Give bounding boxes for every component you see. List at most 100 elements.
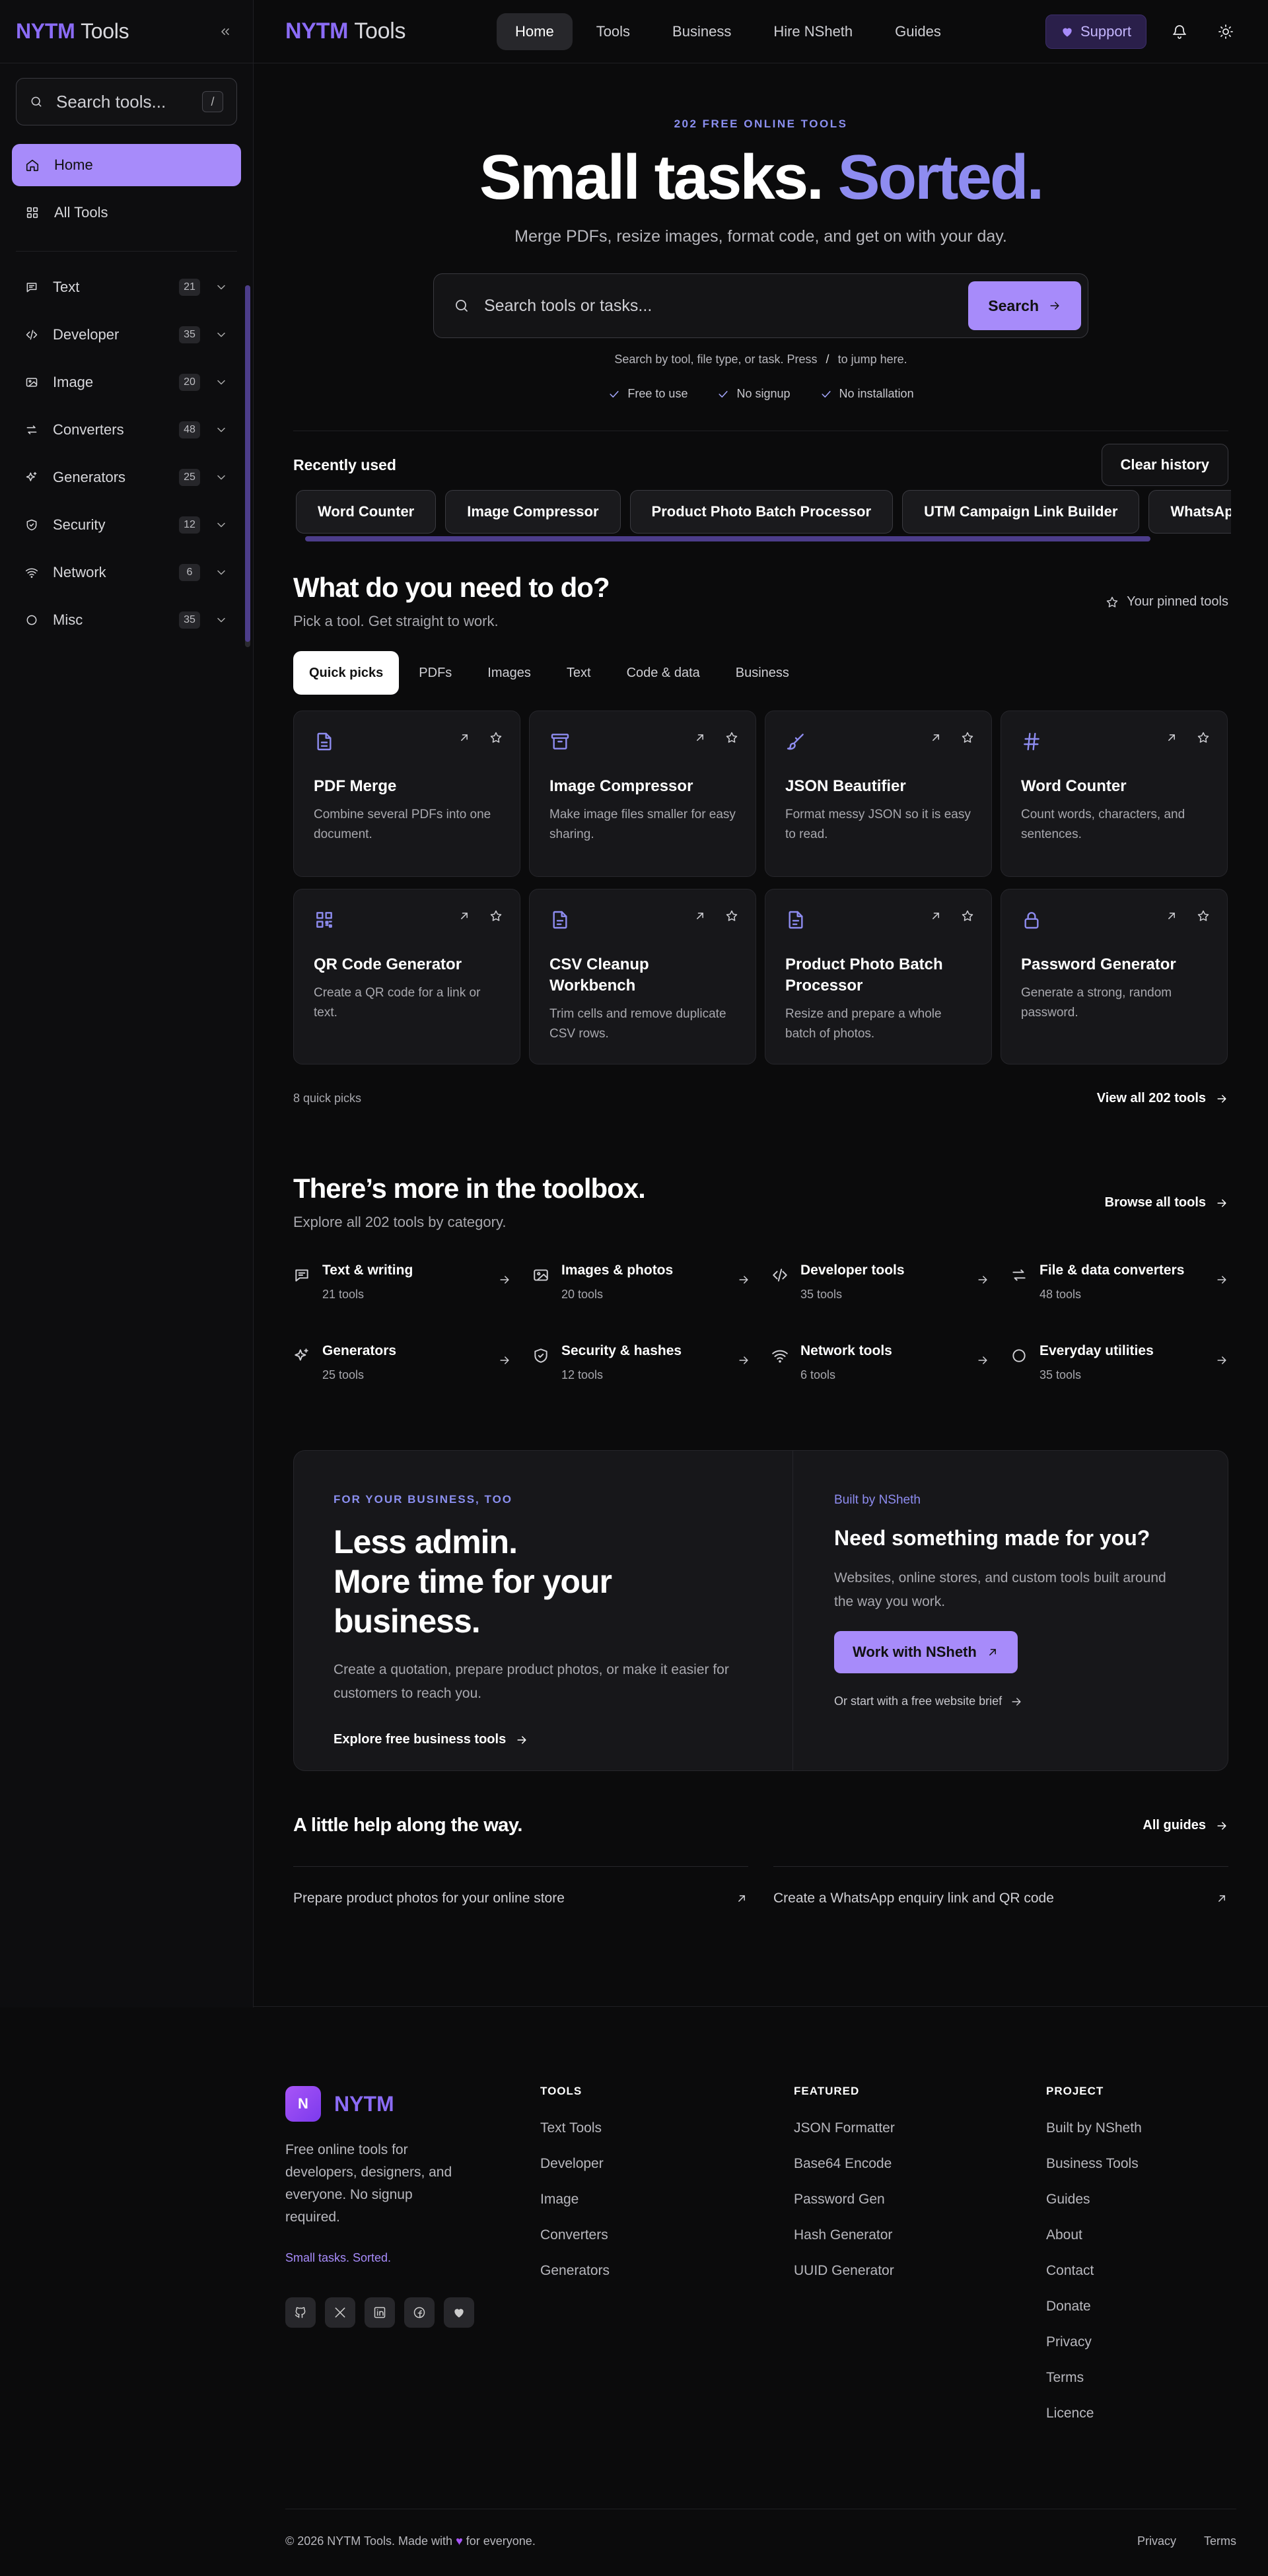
category-text-writing[interactable]: Text & writing 21 tools — [293, 1263, 511, 1317]
recent-chip[interactable]: WhatsApp Link & QR — [1148, 490, 1231, 534]
sidebar-scrollbar[interactable] — [245, 285, 250, 647]
tab-quick-picks[interactable]: Quick picks — [293, 651, 400, 695]
guide-item[interactable]: Prepare product photos for your online s… — [293, 1866, 748, 1930]
sidebar-item-home[interactable]: Home — [12, 144, 241, 186]
category-generators[interactable]: Generators 25 tools — [293, 1343, 511, 1397]
tool-card-image-compressor[interactable]: Image Compressor Make image files smalle… — [529, 711, 756, 877]
footer-link[interactable]: About — [1046, 2227, 1142, 2263]
star-icon[interactable] — [489, 909, 503, 922]
sidebar-search-input[interactable]: Search tools... / — [16, 78, 237, 125]
category-text: Text & writing 21 tools — [322, 1263, 413, 1302]
donate-link[interactable] — [444, 2297, 474, 2328]
footer-link[interactable]: Donate — [1046, 2299, 1142, 2334]
footer-link[interactable]: Converters — [540, 2227, 610, 2263]
recent-chip[interactable]: Product Photo Batch Processor — [629, 490, 894, 534]
tab-business[interactable]: Business — [720, 651, 805, 695]
sidebar-item-developer[interactable]: Developer 35 — [12, 311, 241, 359]
linkedin-link[interactable] — [365, 2297, 395, 2328]
tab-code-data[interactable]: Code & data — [611, 651, 716, 695]
chips-scrollbar[interactable] — [296, 536, 1231, 541]
sidebar-item-all-tools[interactable]: All Tools — [12, 191, 241, 234]
footer-link[interactable]: Developer — [540, 2156, 610, 2192]
collapse-sidebar-button[interactable] — [213, 20, 237, 44]
footer-link[interactable]: JSON Formatter — [794, 2120, 895, 2156]
star-icon[interactable] — [961, 731, 974, 744]
footer-terms-link[interactable]: Terms — [1204, 2534, 1236, 2548]
sidebar-item-generators[interactable]: Generators 25 — [12, 454, 241, 501]
tool-card-word-counter[interactable]: Word Counter Count words, characters, an… — [1001, 711, 1228, 877]
category-security-hashes[interactable]: Security & hashes 12 tools — [532, 1343, 750, 1397]
star-icon[interactable] — [961, 909, 974, 922]
footer-link[interactable]: Generators — [540, 2263, 610, 2299]
footer-brand[interactable]: N NYTM — [285, 2086, 394, 2122]
open-arrow-icon[interactable] — [1165, 909, 1178, 922]
recent-chip[interactable]: Word Counter — [296, 490, 437, 534]
pinned-tools-link[interactable]: Your pinned tools — [1106, 594, 1228, 609]
tab-images[interactable]: Images — [472, 651, 547, 695]
website-brief-link[interactable]: Or start with a free website brief — [834, 1694, 1187, 1708]
explore-business-tools-link[interactable]: Explore free business tools — [334, 1732, 753, 1747]
tab-text[interactable]: Text — [551, 651, 607, 695]
open-arrow-icon[interactable] — [929, 909, 942, 922]
work-with-nsheth-button[interactable]: Work with NSheth — [834, 1631, 1018, 1673]
tool-card-pdf-merge[interactable]: PDF Merge Combine several PDFs into one … — [293, 711, 520, 877]
footer-link[interactable]: Built by NSheth — [1046, 2120, 1142, 2156]
recent-chip[interactable]: UTM Campaign Link Builder — [902, 490, 1140, 534]
open-arrow-icon[interactable] — [929, 731, 942, 744]
open-arrow-icon[interactable] — [693, 909, 707, 922]
hero-search-input[interactable]: Search tools or tasks... — [484, 296, 954, 316]
category-developer-tools[interactable]: Developer tools 35 tools — [771, 1263, 989, 1317]
all-guides-link[interactable]: All guides — [1143, 1818, 1228, 1833]
recent-chip[interactable]: Image Compressor — [445, 490, 621, 534]
footer-link[interactable]: Text Tools — [540, 2120, 610, 2156]
sidebar-logo[interactable]: NYTM Tools — [16, 19, 129, 44]
footer-link[interactable]: Privacy — [1046, 2334, 1142, 2370]
footer-link[interactable]: Hash Generator — [794, 2227, 895, 2263]
open-arrow-icon[interactable] — [458, 731, 471, 744]
sidebar-item-security[interactable]: Security 12 — [12, 501, 241, 549]
footer-link[interactable]: Image — [540, 2192, 610, 2227]
star-icon[interactable] — [489, 731, 503, 744]
star-icon[interactable] — [725, 731, 738, 744]
open-arrow-icon[interactable] — [458, 909, 471, 922]
open-arrow-icon[interactable] — [1165, 731, 1178, 744]
scrollbar-thumb[interactable] — [245, 285, 250, 642]
star-icon[interactable] — [1197, 909, 1210, 922]
view-all-tools-link[interactable]: View all 202 tools — [1097, 1091, 1228, 1106]
category-everyday-utilities[interactable]: Everyday utilities 35 tools — [1010, 1343, 1228, 1397]
tool-card-product-photo-batch[interactable]: Product Photo Batch Processor Resize and… — [765, 889, 992, 1064]
open-arrow-icon[interactable] — [693, 731, 707, 744]
tool-card-json-beautifier[interactable]: JSON Beautifier Format messy JSON so it … — [765, 711, 992, 877]
sidebar-item-image[interactable]: Image 20 — [12, 359, 241, 406]
star-icon[interactable] — [725, 909, 738, 922]
clear-history-button[interactable]: Clear history — [1101, 444, 1228, 486]
footer-link[interactable]: Guides — [1046, 2192, 1142, 2227]
github-link[interactable] — [285, 2297, 316, 2328]
tool-card-password-generator[interactable]: Password Generator Generate a strong, ra… — [1001, 889, 1228, 1064]
star-icon[interactable] — [1197, 731, 1210, 744]
footer-link[interactable]: Password Gen — [794, 2192, 895, 2227]
scrollbar-thumb[interactable] — [305, 536, 1150, 541]
footer-link[interactable]: Licence — [1046, 2406, 1142, 2441]
x-link[interactable] — [325, 2297, 355, 2328]
tool-card-qr-code-generator[interactable]: QR Code Generator Create a QR code for a… — [293, 889, 520, 1064]
footer-link[interactable]: Contact — [1046, 2263, 1142, 2299]
sidebar-item-text[interactable]: Text 21 — [12, 263, 241, 311]
category-file-converters[interactable]: File & data converters 48 tools — [1010, 1263, 1228, 1317]
sidebar-item-network[interactable]: Network 6 — [12, 549, 241, 596]
search-button[interactable]: Search — [968, 281, 1081, 330]
guide-item[interactable]: Create a WhatsApp enquiry link and QR co… — [773, 1866, 1228, 1930]
footer-privacy-link[interactable]: Privacy — [1137, 2534, 1176, 2548]
category-network-tools[interactable]: Network tools 6 tools — [771, 1343, 989, 1397]
footer-link[interactable]: Base64 Encode — [794, 2156, 895, 2192]
browse-all-tools-link[interactable]: Browse all tools — [1105, 1195, 1228, 1210]
category-images-photos[interactable]: Images & photos 20 tools — [532, 1263, 750, 1317]
facebook-link[interactable] — [404, 2297, 435, 2328]
footer-link[interactable]: UUID Generator — [794, 2263, 895, 2299]
tab-pdfs[interactable]: PDFs — [403, 651, 468, 695]
tool-card-csv-cleanup[interactable]: CSV Cleanup Workbench Trim cells and rem… — [529, 889, 756, 1064]
sidebar-item-misc[interactable]: Misc 35 — [12, 596, 241, 644]
footer-link[interactable]: Business Tools — [1046, 2156, 1142, 2192]
sidebar-item-converters[interactable]: Converters 48 — [12, 406, 241, 454]
footer-link[interactable]: Terms — [1046, 2370, 1142, 2406]
